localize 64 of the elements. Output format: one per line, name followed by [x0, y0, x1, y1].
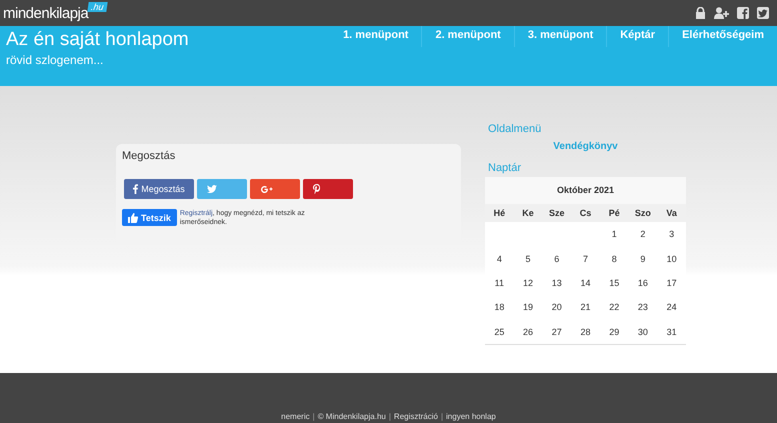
calendar-day[interactable]: 30: [628, 326, 658, 337]
calendar-day[interactable]: 5: [514, 254, 542, 264]
calendar-day[interactable]: 19: [514, 302, 542, 312]
calendar-day[interactable]: 16: [628, 278, 658, 288]
site-slogan: rövid szlogenem...: [6, 53, 104, 67]
pinterest-share-button[interactable]: [303, 179, 353, 199]
calendar-day[interactable]: 9: [628, 254, 658, 264]
googleplus-share-button[interactable]: [250, 179, 300, 199]
weekday-label: Hé: [492, 208, 506, 218]
facebook-share-button[interactable]: Megosztás: [124, 179, 194, 199]
calendar-day[interactable]: 15: [600, 278, 629, 288]
footer-separator: |: [440, 412, 444, 421]
calendar-day[interactable]: 10: [657, 254, 686, 264]
weekday-label: Szo: [634, 208, 652, 218]
twitter-icon[interactable]: [757, 7, 769, 19]
calendar-day[interactable]: 12: [514, 278, 542, 288]
calendar-day[interactable]: 7: [571, 254, 600, 264]
calendar-day[interactable]: 26: [514, 326, 542, 337]
weekday-label: Sze: [548, 208, 566, 218]
weekday-label: Pé: [608, 208, 621, 218]
calendar-day[interactable]: 23: [628, 302, 658, 312]
footer-link[interactable]: © Mindenkilapja.hu: [318, 412, 386, 421]
calendar-day[interactable]: 8: [600, 254, 629, 264]
calendar-day[interactable]: 14: [571, 278, 600, 288]
calendar-day[interactable]: 13: [542, 278, 572, 288]
calendar-day[interactable]: 24: [657, 302, 686, 312]
google-plus-icon: [260, 184, 274, 194]
sidebar-heading: Oldalmenü: [487, 123, 542, 135]
add-user-icon[interactable]: [714, 7, 729, 19]
like-button[interactable]: Tetszik: [122, 209, 177, 226]
lock-icon[interactable]: [695, 7, 706, 19]
calendar-day[interactable]: 20: [542, 302, 572, 312]
calendar-day[interactable]: 28: [571, 326, 600, 337]
calendar-day[interactable]: 22: [600, 302, 629, 312]
calendar-day[interactable]: 2: [628, 229, 658, 240]
calendar-day[interactable]: 29: [600, 326, 629, 337]
thumbs-up-icon: [128, 212, 138, 222]
twitter-icon: [207, 185, 217, 193]
footer-separator: |: [312, 412, 315, 421]
calendar-day[interactable]: 3: [657, 229, 686, 240]
calendar-day[interactable]: 27: [542, 326, 572, 337]
weekday-label: Va: [665, 208, 678, 218]
calendar-day[interactable]: 11: [485, 278, 514, 288]
calendar-month: Október 2021: [485, 177, 686, 204]
calendar-day[interactable]: 4: [485, 254, 514, 264]
calendar-day[interactable]: 17: [657, 278, 686, 288]
footer-link[interactable]: ingyen honlap: [446, 412, 496, 421]
calendar-day[interactable]: 21: [571, 302, 600, 312]
weekday-label: Cs: [578, 208, 592, 218]
card-title: Megosztás: [122, 150, 176, 162]
calendar-day[interactable]: 25: [485, 326, 514, 337]
footer-link[interactable]: nemeric: [281, 412, 310, 421]
sidebar-heading: Naptár: [487, 162, 522, 174]
footer-separator: |: [388, 412, 391, 421]
calendar-day[interactable]: 18: [485, 302, 514, 312]
footer-link[interactable]: Regisztráció: [394, 412, 438, 421]
calendar-day[interactable]: 31: [657, 326, 686, 337]
facebook-icon[interactable]: [737, 7, 749, 19]
facebook-icon: [133, 184, 138, 194]
pinterest-icon: [313, 184, 321, 194]
site-title: Az én saját honlapom: [6, 29, 189, 51]
calendar-day[interactable]: 6: [542, 254, 572, 264]
weekday-label: Ke: [521, 208, 535, 218]
calendar-day[interactable]: 1: [600, 229, 629, 240]
